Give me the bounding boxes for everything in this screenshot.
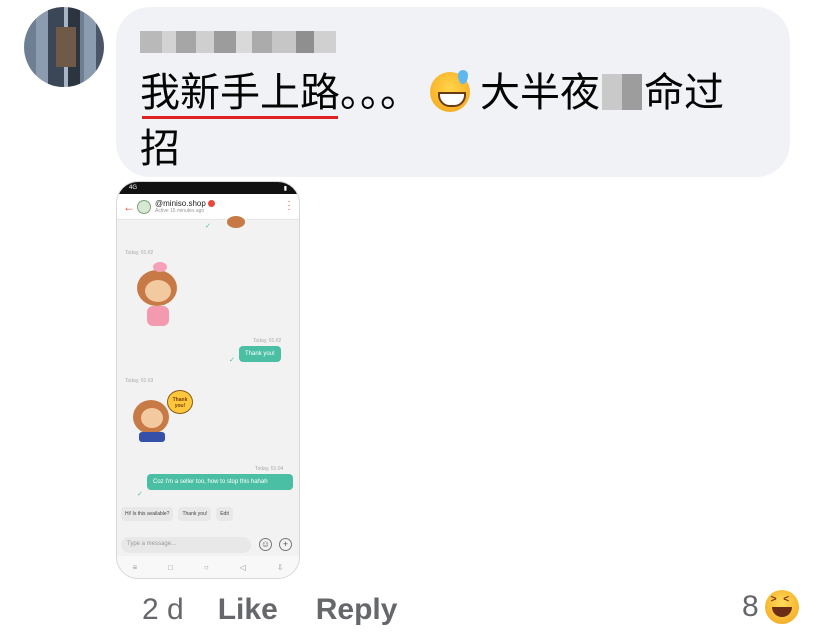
grinning-sweat-emoji-icon [430,70,470,112]
attached-screenshot[interactable]: 4G ▮ ← @miniso.shop Active 15 minutes ag… [116,181,300,579]
check-icon: ✓ [137,491,143,498]
status-battery: ▮ [283,185,287,192]
timestamp: Today, 01:02 [125,250,154,256]
sticker-partial [225,216,249,230]
accessibility-icon: ⇩ [276,562,284,572]
avatar[interactable] [24,7,104,87]
comment-segment: 大半夜 [480,70,600,116]
sent-message: Thank you! [239,346,281,362]
sent-message: Coz I'm a seller too, how to stop this h… [147,474,293,490]
monkey-sticker-icon [133,262,183,330]
reactions-summary[interactable]: 8 [742,590,799,624]
quick-reply: Hi! Is this available? [121,507,174,521]
monkey-thank-you-sticker-icon: Thank you! [133,390,197,450]
timestamp: Today, 01:04 [255,466,284,472]
phone-status-bar: 4G ▮ [117,182,299,194]
verified-icon [207,200,215,207]
check-icon: ✓ [205,223,211,230]
add-icon: + [279,538,292,551]
comment-dots: 。。。 [340,70,420,116]
comment-timestamp[interactable]: 2 d [142,593,184,627]
back-arrow-icon: ← [123,199,135,214]
shop-status: Active 15 minutes ago [155,208,205,214]
underlined-phrase: 我新手上路 [140,65,340,121]
home-icon: ○ [203,562,209,572]
back-triangle-icon: ◁ [239,562,246,572]
comment-line-2: 招 [140,126,180,172]
author-name-redacted[interactable] [140,31,336,53]
chat-header: ← @miniso.shop Active 15 minutes ago · · · [117,194,299,220]
reaction-count: 8 [742,590,759,623]
redacted-word [602,74,642,110]
avatar-pixel [56,27,76,67]
comment-segment: 命过 [644,70,724,116]
timestamp: Today, 01:03 [125,378,154,384]
emoji-icon: ☺ [259,538,272,551]
square-icon: □ [168,562,173,572]
more-menu-icon: · · · [287,196,291,215]
like-button[interactable]: Like [218,593,278,627]
check-icon: ✓ [229,357,235,364]
comment-text: 我新手上路。。。 大半夜 命过招 [140,65,780,177]
laughing-emoji-icon [764,590,799,624]
sticker-speech-bubble: Thank you! [167,390,193,414]
status-signal: 4G [129,185,138,191]
menu-icon: ≡ [132,562,138,572]
timestamp: Today, 01:02 [253,338,282,344]
shop-avatar [137,199,151,214]
quick-reply: Edit [216,507,233,521]
comment-actions: 2 d Like Reply [142,588,397,632]
chat-thread: ✓ Today, 01:02 Today, 01:02 ✓ Thank you!… [117,216,299,520]
quick-reply: Thank you! [178,507,212,521]
quick-replies: Hi! Is this available? Thank you! Edit [121,507,233,521]
phone-nav-bar: ≡ □ ○ ◁ ⇩ [117,556,299,578]
reply-button[interactable]: Reply [316,593,398,627]
comment-bubble: 我新手上路。。。 大半夜 命过招 [116,7,790,177]
shop-name: @miniso.shop [155,199,206,208]
message-input: Type a message... [121,537,251,553]
